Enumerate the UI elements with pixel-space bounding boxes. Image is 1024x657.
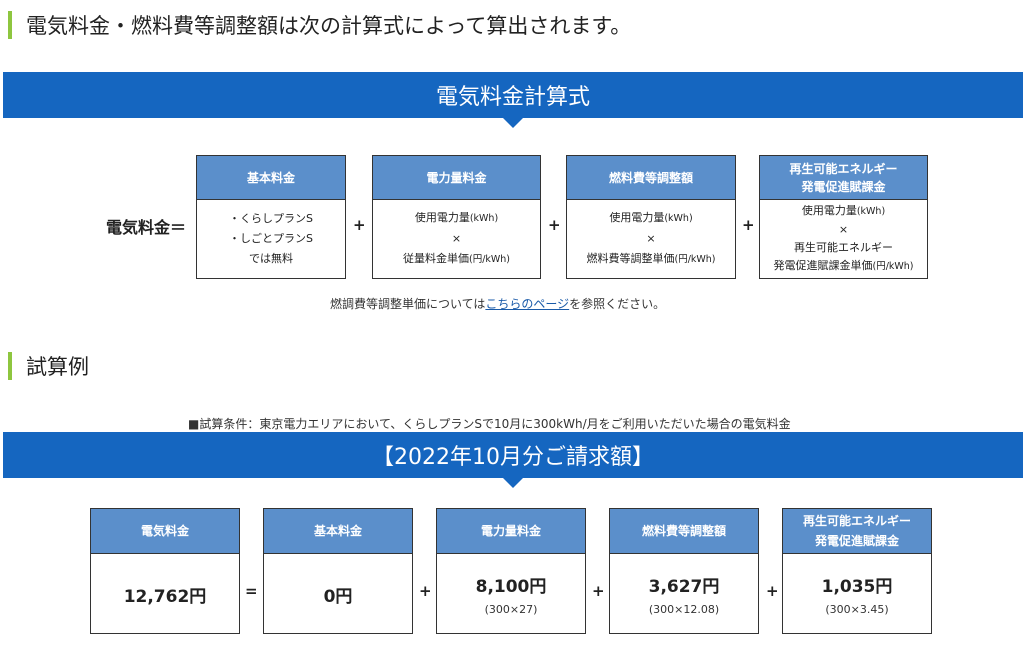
- example-value: 12,762円: [123, 586, 207, 607]
- formula-box-fuel-adjustment: 燃料費等調整額 使用電力量(kWh) × 燃料費等調整単価(円/kWh): [566, 155, 736, 279]
- formula-box-header: 電力量料金: [373, 156, 540, 200]
- formula-box-header: 基本料金: [197, 156, 345, 200]
- example-operator: =: [245, 582, 258, 600]
- formula-operator: +: [742, 216, 755, 234]
- example-calculation: (300×3.45): [825, 603, 889, 616]
- example-operator: +: [419, 582, 432, 600]
- example-box-header: 燃料費等調整額: [610, 509, 758, 554]
- formula-operator: +: [548, 216, 561, 234]
- formula-left-label: 電気料金＝: [106, 218, 187, 237]
- heading-accent-bar: [8, 11, 12, 39]
- formula-note: 燃調費等調整単価についてはこちらのページを参照ください。: [330, 297, 666, 311]
- formula-box-header: 燃料費等調整額: [567, 156, 735, 200]
- example-box-base-charge: 基本料金 0円: [263, 508, 413, 634]
- example-box-energy-charge: 電力量料金 8,100円 (300×27): [436, 508, 586, 634]
- example-operator: +: [766, 582, 779, 600]
- example-value: 8,100円: [475, 577, 547, 597]
- example-calculation: (300×27): [484, 603, 538, 616]
- example-box-body: 12,762円: [91, 554, 239, 634]
- formula-box-body: 使用電力量(kWh) × 従量料金単価(円/kWh): [402, 211, 511, 265]
- example-box-body: 0円: [264, 554, 412, 634]
- formula-box-body: 使用電力量(kWh) × 再生可能エネルギー 発電促進賦課金単価(円/kWh): [773, 204, 914, 272]
- example-box-body: 1,035円 (300×3.45): [783, 554, 931, 634]
- example-box-body: 3,627円 (300×12.08): [610, 554, 758, 634]
- example-banner-title: 【2022年10月分ご請求額】: [372, 445, 654, 470]
- example-banner: 【2022年10月分ご請求額】: [3, 432, 1023, 488]
- formula-box-body: 使用電力量(kWh) × 燃料費等調整単価(円/kWh): [586, 211, 716, 265]
- formula-box-renewable-levy: 再生可能エネルギー 発電促進賦課金 使用電力量(kWh) × 再生可能エネルギー …: [759, 155, 928, 279]
- example-box-fuel-adjustment: 燃料費等調整額 3,627円 (300×12.08): [609, 508, 759, 634]
- example-calculation: (300×12.08): [648, 603, 720, 616]
- reference-page-link[interactable]: こちらのページ: [485, 297, 569, 311]
- example-value: 1,035円: [821, 577, 893, 597]
- heading-accent-bar: [8, 352, 12, 380]
- example-heading: 試算例: [8, 351, 89, 381]
- intro-heading: 電気料金・燃料費等調整額は次の計算式によって算出されます。: [8, 10, 631, 40]
- formula-box-header: 再生可能エネルギー 発電促進賦課金: [760, 156, 927, 200]
- formula-box-base-charge: 基本料金 ・くらしプランS ・しごとプランS では無料: [196, 155, 346, 279]
- formula-box-body: ・くらしプランS ・しごとプランS では無料: [229, 212, 313, 265]
- example-heading-text: 試算例: [26, 355, 89, 379]
- intro-heading-text: 電気料金・燃料費等調整額は次の計算式によって算出されます。: [26, 14, 632, 38]
- formula-operator: +: [353, 216, 366, 234]
- example-box-header: 再生可能エネルギー 発電促進賦課金: [783, 509, 931, 554]
- formula-banner: 電気料金計算式: [3, 72, 1023, 128]
- example-value: 0円: [323, 586, 353, 607]
- banner-down-arrow-icon: [503, 478, 523, 488]
- example-box-header: 電気料金: [91, 509, 239, 554]
- example-value: 3,627円: [648, 577, 720, 597]
- example-box-renewable-levy: 再生可能エネルギー 発電促進賦課金 1,035円 (300×3.45): [782, 508, 932, 634]
- banner-down-arrow-icon: [503, 118, 523, 128]
- example-operator: +: [592, 582, 605, 600]
- formula-banner-title: 電気料金計算式: [435, 85, 590, 110]
- example-box-body: 8,100円 (300×27): [437, 554, 585, 634]
- example-box-header: 基本料金: [264, 509, 412, 554]
- example-box-header: 電力量料金: [437, 509, 585, 554]
- example-condition: ■試算条件：東京電力エリアにおいて、くらしプランSで10月に300kWh/月をご…: [188, 417, 791, 431]
- formula-box-energy-charge: 電力量料金 使用電力量(kWh) × 従量料金単価(円/kWh): [372, 155, 541, 279]
- example-box-total: 電気料金 12,762円: [90, 508, 240, 634]
